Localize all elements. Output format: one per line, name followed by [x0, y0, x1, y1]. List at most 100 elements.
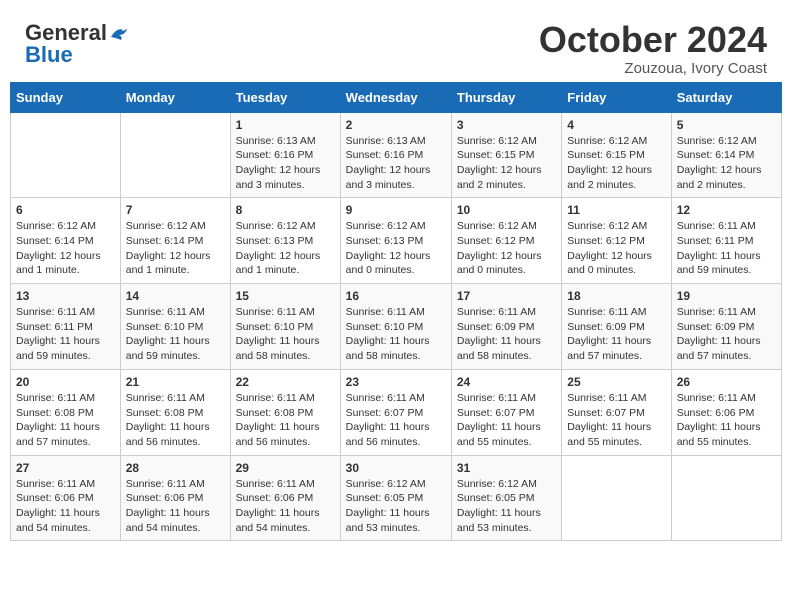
day-number: 24: [457, 375, 556, 389]
day-info: Sunrise: 6:11 AM Sunset: 6:11 PM Dayligh…: [16, 305, 115, 364]
day-info: Sunrise: 6:12 AM Sunset: 6:05 PM Dayligh…: [457, 477, 556, 536]
day-number: 15: [236, 289, 335, 303]
day-info: Sunrise: 6:11 AM Sunset: 6:06 PM Dayligh…: [677, 391, 776, 450]
day-number: 21: [126, 375, 225, 389]
day-info: Sunrise: 6:11 AM Sunset: 6:07 PM Dayligh…: [346, 391, 446, 450]
calendar-cell: 3Sunrise: 6:12 AM Sunset: 6:15 PM Daylig…: [451, 112, 561, 198]
day-number: 6: [16, 203, 115, 217]
calendar-cell: 13Sunrise: 6:11 AM Sunset: 6:11 PM Dayli…: [11, 284, 121, 370]
day-info: Sunrise: 6:12 AM Sunset: 6:15 PM Dayligh…: [457, 134, 556, 193]
day-info: Sunrise: 6:12 AM Sunset: 6:05 PM Dayligh…: [346, 477, 446, 536]
location-subtitle: Zouzoua, Ivory Coast: [539, 60, 767, 77]
calendar-cell: 24 Sunrise: 6:11 AM Sunset: 6:07 PM Dayli…: [451, 369, 561, 455]
day-number: 22: [236, 375, 335, 389]
calendar-cell: 25 Sunrise: 6:11 AM Sunset: 6:07 PM Dayli…: [562, 369, 671, 455]
calendar-cell: 9 Sunrise: 6:12 AM Sunset: 6:13 PM Daylig…: [340, 198, 451, 284]
day-info: Sunrise: 6:11 AM Sunset: 6:08 PM Dayligh…: [16, 391, 115, 450]
day-number: 8: [236, 203, 335, 217]
day-info: Sunrise: 6:12 AM Sunset: 6:13 PM Dayligh…: [236, 219, 335, 278]
calendar-cell: 6Sunrise: 6:12 AM Sunset: 6:14 PM Daylig…: [11, 198, 121, 284]
day-info: Sunrise: 6:13 AM Sunset: 6:16 PM Dayligh…: [346, 134, 446, 193]
calendar-cell: 21 Sunrise: 6:11 AM Sunset: 6:08 PM Dayli…: [120, 369, 230, 455]
month-title: October 2024: [539, 20, 767, 60]
calendar-cell: 27 Sunrise: 6:11 AM Sunset: 6:06 PM Dayli…: [11, 455, 121, 541]
calendar-cell: 2 Sunrise: 6:13 AM Sunset: 6:16 PM Daylig…: [340, 112, 451, 198]
calendar-cell: 31 Sunrise: 6:12 AM Sunset: 6:05 PM Dayli…: [451, 455, 561, 541]
calendar-cell: 22 Sunrise: 6:11 AM Sunset: 6:08 PM Dayli…: [230, 369, 340, 455]
day-info: Sunrise: 6:13 AM Sunset: 6:16 PM Dayligh…: [236, 134, 335, 193]
logo: General Blue: [25, 20, 131, 68]
weekday-header-wednesday: Wednesday: [340, 82, 451, 112]
calendar-cell: 1 Sunrise: 6:13 AM Sunset: 6:16 PM Daylig…: [230, 112, 340, 198]
calendar-cell: 5Sunrise: 6:12 AM Sunset: 6:14 PM Daylig…: [671, 112, 781, 198]
calendar-cell: 8 Sunrise: 6:12 AM Sunset: 6:13 PM Daylig…: [230, 198, 340, 284]
weekday-header-sunday: Sunday: [11, 82, 121, 112]
calendar-cell: 12 Sunrise: 6:11 AM Sunset: 6:11 PM Dayli…: [671, 198, 781, 284]
day-number: 20: [16, 375, 115, 389]
weekday-header-friday: Friday: [562, 82, 671, 112]
calendar-cell: [562, 455, 671, 541]
calendar-cell: 11 Sunrise: 6:12 AM Sunset: 6:12 PM Dayli…: [562, 198, 671, 284]
day-number: 11: [567, 203, 665, 217]
day-number: 16: [346, 289, 446, 303]
day-info: Sunrise: 6:11 AM Sunset: 6:11 PM Dayligh…: [677, 219, 776, 278]
calendar-cell: 4 Sunrise: 6:12 AM Sunset: 6:15 PM Daylig…: [562, 112, 671, 198]
calendar-cell: 19Sunrise: 6:11 AM Sunset: 6:09 PM Dayli…: [671, 284, 781, 370]
calendar-cell: 15 Sunrise: 6:11 AM Sunset: 6:10 PM Dayli…: [230, 284, 340, 370]
day-number: 2: [346, 118, 446, 132]
calendar-table: SundayMondayTuesdayWednesdayThursdayFrid…: [10, 82, 782, 542]
day-number: 28: [126, 461, 225, 475]
day-info: Sunrise: 6:12 AM Sunset: 6:15 PM Dayligh…: [567, 134, 665, 193]
day-number: 27: [16, 461, 115, 475]
weekday-header-monday: Monday: [120, 82, 230, 112]
day-number: 5: [677, 118, 776, 132]
weekday-header-saturday: Saturday: [671, 82, 781, 112]
calendar-cell: 26 Sunrise: 6:11 AM Sunset: 6:06 PM Dayli…: [671, 369, 781, 455]
day-number: 1: [236, 118, 335, 132]
day-number: 25: [567, 375, 665, 389]
day-info: Sunrise: 6:11 AM Sunset: 6:06 PM Dayligh…: [16, 477, 115, 536]
day-info: Sunrise: 6:11 AM Sunset: 6:10 PM Dayligh…: [346, 305, 446, 364]
day-number: 18: [567, 289, 665, 303]
calendar-cell: 30 Sunrise: 6:12 AM Sunset: 6:05 PM Dayli…: [340, 455, 451, 541]
day-number: 29: [236, 461, 335, 475]
calendar-cell: [11, 112, 121, 198]
day-info: Sunrise: 6:11 AM Sunset: 6:06 PM Dayligh…: [126, 477, 225, 536]
weekday-header-tuesday: Tuesday: [230, 82, 340, 112]
day-info: Sunrise: 6:11 AM Sunset: 6:06 PM Dayligh…: [236, 477, 335, 536]
day-number: 7: [126, 203, 225, 217]
day-number: 30: [346, 461, 446, 475]
day-number: 10: [457, 203, 556, 217]
day-number: 4: [567, 118, 665, 132]
day-number: 23: [346, 375, 446, 389]
day-number: 12: [677, 203, 776, 217]
day-info: Sunrise: 6:12 AM Sunset: 6:12 PM Dayligh…: [457, 219, 556, 278]
calendar-cell: 17Sunrise: 6:11 AM Sunset: 6:09 PM Dayli…: [451, 284, 561, 370]
logo-text-blue: Blue: [25, 42, 73, 68]
calendar-cell: 20 Sunrise: 6:11 AM Sunset: 6:08 PM Dayli…: [11, 369, 121, 455]
calendar-cell: 14Sunrise: 6:11 AM Sunset: 6:10 PM Dayli…: [120, 284, 230, 370]
calendar-cell: 29 Sunrise: 6:11 AM Sunset: 6:06 PM Dayli…: [230, 455, 340, 541]
day-info: Sunrise: 6:11 AM Sunset: 6:07 PM Dayligh…: [567, 391, 665, 450]
page-header: General Blue October 2024 Zouzoua, Ivory…: [10, 10, 782, 82]
day-info: Sunrise: 6:11 AM Sunset: 6:08 PM Dayligh…: [236, 391, 335, 450]
day-info: Sunrise: 6:11 AM Sunset: 6:09 PM Dayligh…: [677, 305, 776, 364]
day-info: Sunrise: 6:12 AM Sunset: 6:12 PM Dayligh…: [567, 219, 665, 278]
day-info: Sunrise: 6:11 AM Sunset: 6:10 PM Dayligh…: [236, 305, 335, 364]
day-info: Sunrise: 6:11 AM Sunset: 6:09 PM Dayligh…: [567, 305, 665, 364]
calendar-cell: 16 Sunrise: 6:11 AM Sunset: 6:10 PM Dayli…: [340, 284, 451, 370]
day-number: 31: [457, 461, 556, 475]
day-number: 9: [346, 203, 446, 217]
day-number: 17: [457, 289, 556, 303]
day-info: Sunrise: 6:11 AM Sunset: 6:10 PM Dayligh…: [126, 305, 225, 364]
calendar-cell: 23 Sunrise: 6:11 AM Sunset: 6:07 PM Dayli…: [340, 369, 451, 455]
calendar-cell: 7Sunrise: 6:12 AM Sunset: 6:14 PM Daylig…: [120, 198, 230, 284]
day-number: 26: [677, 375, 776, 389]
day-info: Sunrise: 6:11 AM Sunset: 6:08 PM Dayligh…: [126, 391, 225, 450]
weekday-header-thursday: Thursday: [451, 82, 561, 112]
calendar-cell: [671, 455, 781, 541]
logo-bird-icon: [109, 25, 131, 41]
day-info: Sunrise: 6:11 AM Sunset: 6:07 PM Dayligh…: [457, 391, 556, 450]
calendar-cell: 10 Sunrise: 6:12 AM Sunset: 6:12 PM Dayli…: [451, 198, 561, 284]
day-info: Sunrise: 6:12 AM Sunset: 6:13 PM Dayligh…: [346, 219, 446, 278]
